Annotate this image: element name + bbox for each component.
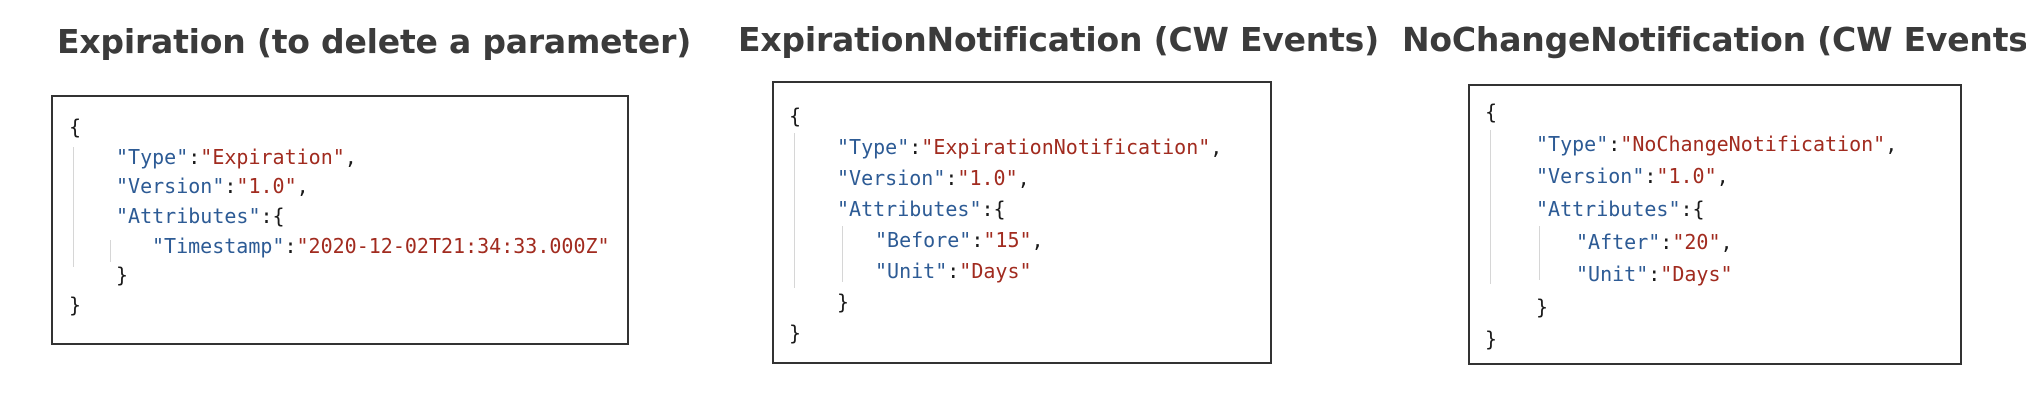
code-line: } (789, 321, 802, 345)
json-key: "Attributes" (1536, 197, 1681, 221)
json-value: "ExpirationNotification" (921, 135, 1211, 159)
code-line: "Version":"1.0", (1536, 164, 1729, 188)
json-key: "Type" (837, 135, 910, 159)
code-line: "Type":"ExpirationNotification", (837, 135, 1223, 159)
json-code-block: { "Type":"Expiration", "Version":"1.0", … (51, 95, 629, 345)
json-code-block: { "Type":"ExpirationNotification", "Vers… (772, 81, 1272, 364)
json-key: "Timestamp" (152, 234, 285, 258)
json-code: { "Type":"NoChangeNotification", "Versio… (1470, 86, 1897, 349)
json-value: "Days" (959, 259, 1032, 283)
code-line: { (69, 115, 82, 139)
json-code-block: { "Type":"NoChangeNotification", "Versio… (1468, 84, 1962, 365)
json-key: "Type" (1536, 132, 1609, 156)
code-line: } (837, 290, 850, 314)
code-line: "Version":"1.0", (116, 174, 309, 198)
code-line: "Timestamp":"2020-12-02T21:34:33.000Z" (152, 234, 610, 258)
code-line: } (1536, 295, 1549, 319)
code-line: "Attributes":{ (116, 204, 285, 228)
panel-title: Expiration (to delete a parameter) (57, 22, 692, 61)
json-key: "Attributes" (116, 204, 261, 228)
json-key: "Version" (1536, 164, 1645, 188)
json-key: "Version" (837, 166, 946, 190)
json-value: "1.0" (1656, 164, 1717, 188)
panel-title: NoChangeNotification (CW Events) (1402, 20, 2026, 59)
json-value: "1.0" (957, 166, 1018, 190)
json-code: { "Type":"ExpirationNotification", "Vers… (774, 83, 1222, 343)
code-line: "Attributes":{ (1536, 197, 1705, 221)
code-line: "Version":"1.0", (837, 166, 1030, 190)
json-key: "Unit" (875, 259, 948, 283)
code-line: "Unit":"Days" (1576, 262, 1733, 286)
code-line: "Before":"15", (875, 228, 1044, 252)
code-line: "Attributes":{ (837, 197, 1006, 221)
code-line: } (116, 263, 129, 287)
code-line: "Type":"Expiration", (116, 145, 357, 169)
code-line: } (1485, 327, 1498, 351)
json-value: "20" (1672, 230, 1721, 254)
json-code: { "Type":"Expiration", "Version":"1.0", … (53, 97, 610, 315)
json-value: "2020-12-02T21:34:33.000Z" (296, 234, 610, 258)
json-value: "NoChangeNotification" (1620, 132, 1886, 156)
code-line: } (69, 293, 82, 317)
json-value: "15" (983, 228, 1032, 252)
json-value: "Days" (1660, 262, 1733, 286)
code-line: { (1485, 100, 1498, 124)
json-key: "Version" (116, 174, 225, 198)
json-key: "After" (1576, 230, 1661, 254)
json-key: "Attributes" (837, 197, 982, 221)
json-key: "Before" (875, 228, 972, 252)
code-line: "Unit":"Days" (875, 259, 1032, 283)
json-key: "Unit" (1576, 262, 1649, 286)
json-key: "Type" (116, 145, 189, 169)
code-line: "Type":"NoChangeNotification", (1536, 132, 1898, 156)
json-value: "1.0" (236, 174, 297, 198)
code-line: "After":"20", (1576, 230, 1733, 254)
json-value: "Expiration" (200, 145, 345, 169)
panel-title: ExpirationNotification (CW Events) (738, 20, 1379, 59)
code-line: { (789, 104, 802, 128)
